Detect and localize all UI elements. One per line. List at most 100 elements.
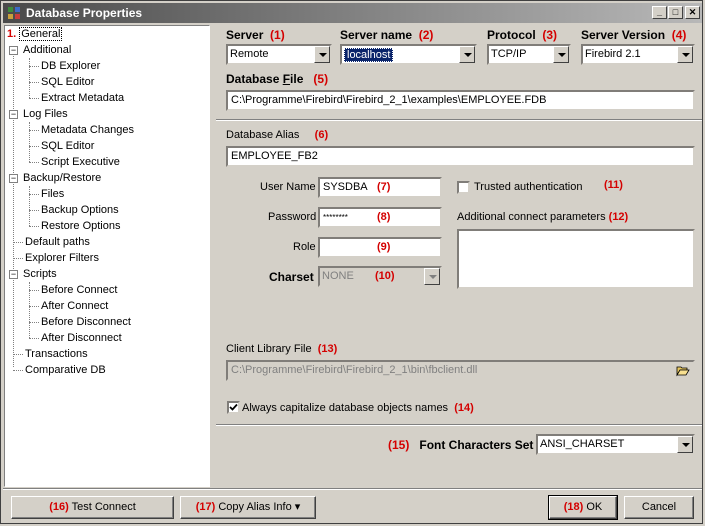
annotation-number: (8) [377,211,391,223]
server-version-label: Server Version (4) [581,28,687,42]
tree-item-restore-options[interactable]: Restore Options [41,218,120,234]
database-file-input[interactable]: C:\Programme\Firebird\Firebird_2_1\examp… [226,90,695,111]
tree-item-before-connect[interactable]: Before Connect [41,282,117,298]
always-capitalize-checkbox[interactable] [227,401,240,414]
tree-item-label: Default paths [25,236,90,248]
dropdown-arrow-icon: ▾ [294,501,301,513]
font-charset-select[interactable]: ANSI_CHARSET [536,434,695,455]
annotation-number: (6) [314,129,329,141]
client-library-input[interactable]: C:\Programme\Firebird\Firebird_2_1\bin\f… [226,360,695,381]
tree-item-label: Scripts [23,268,57,280]
tree-item-sql-editor[interactable]: SQL Editor [41,74,94,90]
collapse-icon[interactable]: − [9,46,18,55]
maximize-button[interactable]: □ [668,6,683,19]
charset-select[interactable]: NONE (10) [318,266,442,287]
chevron-down-icon[interactable] [424,268,440,285]
tree-item-label: SQL Editor [41,140,95,152]
server-name-select[interactable]: localhost [340,44,477,65]
annotation-number: (13) [317,343,338,355]
tree-item-before-disconnect[interactable]: Before Disconnect [41,314,131,330]
cancel-button[interactable]: Cancel [624,496,694,519]
test-connect-button[interactable]: (16) Test Connect [11,496,174,519]
role-label: Role [293,241,316,253]
user-name-input[interactable]: SYSDBA (7) [318,177,442,198]
annotation-number: (1) [270,28,285,42]
tree-item-label: After Connect [41,300,109,312]
collapse-icon[interactable]: − [9,110,18,119]
chevron-down-icon[interactable] [553,46,569,63]
collapse-icon[interactable]: − [9,174,18,183]
client-library-label: Client Library File (13) [226,343,338,355]
tree-item-label: Before Disconnect [41,316,131,328]
options-tree[interactable]: 1. General − Additional DB Explorer SQL … [4,25,210,487]
minimize-button[interactable]: _ [652,6,667,19]
database-properties-window: Database Properties _ □ ✕ 1. General − A… [0,0,703,524]
tree-item-label: SQL Editor [41,76,95,88]
annotation-number: (11) [604,179,623,191]
tree-item-label: Comparative DB [25,364,106,376]
annotation-number: (15) [388,438,410,452]
tree-item-backup-restore[interactable]: Backup/Restore [23,170,101,186]
tree-item-files[interactable]: Files [41,186,64,202]
tree-item-label: Before Connect [41,284,118,296]
tree-item-comparative-db[interactable]: Comparative DB [25,362,106,378]
tree-item-label: Restore Options [41,220,121,232]
server-label: Server (1) [226,28,285,42]
database-file-label: Database File (5) [226,72,329,86]
server-version-select[interactable]: Firebird 2.1 [581,44,695,65]
tree-item-label: Script Executive [41,156,120,168]
chevron-down-icon[interactable] [314,46,330,63]
annotation-number: (16) [49,501,69,513]
password-label: Password [268,211,317,223]
tree-item-transactions[interactable]: Transactions [25,346,88,362]
database-alias-input[interactable]: EMPLOYEE_FB2 [226,146,695,167]
tree-item-metadata-changes[interactable]: Metadata Changes [41,122,134,138]
tree-item-label: Files [41,188,65,200]
tree-item-label: Explorer Filters [25,252,99,264]
chevron-down-icon[interactable] [459,46,475,63]
chevron-down-icon[interactable] [677,436,693,453]
additional-params-textarea[interactable] [457,229,695,289]
user-name-label: User Name [260,181,316,193]
annotation-number: (10) [375,270,395,282]
tree-item-label: DB Explorer [41,60,101,72]
server-select[interactable]: Remote [226,44,332,65]
annotation-number: (12) [608,211,629,223]
password-input[interactable]: ******** (8) [318,207,442,228]
tree-item-label: Additional [23,44,72,56]
collapse-icon[interactable]: − [9,270,18,279]
annotation-number: (3) [542,28,558,42]
tree-item-after-disconnect[interactable]: After Disconnect [41,330,122,346]
annotation-number: (9) [377,241,391,253]
protocol-select[interactable]: TCP/IP [487,44,571,65]
tree-item-extract-metadata[interactable]: Extract Metadata [41,90,124,106]
tree-item-scripts[interactable]: Scripts [23,266,57,282]
tree-item-explorer-filters[interactable]: Explorer Filters [25,250,99,266]
tree-item-general[interactable]: 1. General [7,26,63,42]
close-button[interactable]: ✕ [685,6,700,19]
trusted-auth-checkbox[interactable] [457,181,470,194]
close-icon: ✕ [688,7,697,17]
ok-button[interactable]: (18) OK [548,495,618,520]
role-input[interactable]: (9) [318,237,442,258]
copy-alias-button[interactable]: (17) Copy Alias Info ▾ [180,496,316,519]
tree-item-log-sql-editor[interactable]: SQL Editor [41,138,94,154]
tree-item-additional[interactable]: Additional [23,42,71,58]
annotation-number: (2) [418,28,434,42]
tree-item-log-files[interactable]: Log Files [23,106,68,122]
tree-item-db-explorer[interactable]: DB Explorer [41,58,100,74]
title-bar[interactable]: Database Properties _ □ ✕ [3,3,702,23]
tree-item-backup-options[interactable]: Backup Options [41,202,119,218]
folder-open-icon[interactable] [676,364,690,377]
annotation-number: (14) [454,402,474,414]
database-alias-label: Database Alias (6) [226,129,329,141]
tree-item-default-paths[interactable]: Default paths [25,234,90,250]
tree-item-after-connect[interactable]: After Connect [41,298,108,314]
annotation-number: (4) [671,28,687,42]
tree-item-label: Backup Options [41,204,119,216]
tree-item-script-executive[interactable]: Script Executive [41,154,120,170]
tree-item-label: After Disconnect [41,332,122,344]
tree-item-number: 1. [7,28,17,40]
chevron-down-icon[interactable] [677,46,693,63]
tree-item-label: Metadata Changes [41,124,134,136]
